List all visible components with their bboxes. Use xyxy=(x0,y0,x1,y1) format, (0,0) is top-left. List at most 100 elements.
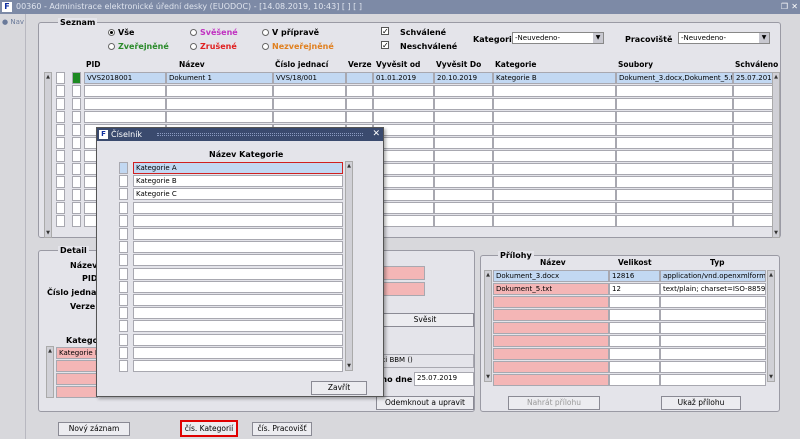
row-selector[interactable] xyxy=(56,189,65,201)
table-cell[interactable] xyxy=(493,176,616,188)
table-cell[interactable] xyxy=(493,202,616,214)
table-cell[interactable] xyxy=(434,176,493,188)
table-cell[interactable] xyxy=(616,202,733,214)
prilohy-scrollbar[interactable]: ▲ ▼ xyxy=(484,270,492,382)
table-cell[interactable] xyxy=(733,137,774,149)
prilohy-cell[interactable] xyxy=(609,374,660,386)
dialog-list-item[interactable] xyxy=(133,333,343,346)
table-cell[interactable] xyxy=(346,85,373,97)
table-cell[interactable] xyxy=(434,137,493,149)
table-cell[interactable]: VVS/18/001 xyxy=(273,72,346,84)
dialog-row-selector[interactable] xyxy=(119,294,128,306)
table-cell[interactable] xyxy=(84,85,166,97)
table-cell[interactable] xyxy=(273,111,346,123)
prilohy-cell[interactable] xyxy=(609,309,660,321)
prilohy-cell[interactable] xyxy=(493,361,609,373)
dialog-row-selector[interactable] xyxy=(119,188,128,201)
dialog-list-item[interactable] xyxy=(133,360,343,372)
filter-radio[interactable] xyxy=(108,43,115,50)
prilohy-cell[interactable] xyxy=(660,361,766,373)
table-cell[interactable] xyxy=(616,215,733,227)
odemknout-button[interactable]: Odemknout a upravit xyxy=(376,396,474,410)
dialog-list-item[interactable] xyxy=(133,241,343,254)
table-cell[interactable]: 20.10.2019 xyxy=(434,72,493,84)
table-cell[interactable] xyxy=(493,150,616,162)
neschvalene-checkbox[interactable]: ✓ xyxy=(381,41,389,50)
table-cell[interactable] xyxy=(493,215,616,227)
dialog-list-item[interactable] xyxy=(133,201,343,214)
dialog-row-selector[interactable] xyxy=(119,201,128,214)
dialog-list-item[interactable] xyxy=(133,346,343,359)
table-cell[interactable] xyxy=(346,72,373,84)
table-cell[interactable] xyxy=(733,98,774,110)
row-selector[interactable] xyxy=(56,124,65,136)
dialog-row-selector[interactable] xyxy=(119,320,128,333)
table-cell[interactable] xyxy=(493,111,616,123)
close-icon[interactable]: ✕ xyxy=(372,128,380,141)
dialog-list-item[interactable]: Kategorie B xyxy=(133,175,343,188)
table-cell[interactable] xyxy=(493,85,616,97)
table-scrollbar[interactable]: ▲ ▼ xyxy=(44,72,52,238)
prilohy-cell[interactable] xyxy=(493,296,609,308)
table-cell[interactable] xyxy=(733,202,774,214)
table-cell[interactable] xyxy=(616,137,733,149)
filter-radio[interactable] xyxy=(190,43,197,50)
table-cell[interactable] xyxy=(273,85,346,97)
prilohy-cell[interactable] xyxy=(660,348,766,360)
table-cell[interactable] xyxy=(733,176,774,188)
table-cell[interactable] xyxy=(733,150,774,162)
schvaleno-dne-field[interactable]: 25.07.2019 xyxy=(414,372,474,386)
table-cell[interactable] xyxy=(733,189,774,201)
table-cell[interactable] xyxy=(84,98,166,110)
dialog-row-selector[interactable] xyxy=(119,228,128,240)
dialog-row-selector[interactable] xyxy=(119,280,128,293)
table-cell[interactable] xyxy=(373,98,434,110)
dialog-list-item[interactable] xyxy=(133,228,343,240)
table-cell[interactable] xyxy=(616,98,733,110)
row-selector[interactable] xyxy=(56,111,65,123)
row-selector[interactable] xyxy=(56,98,65,110)
kategorie-filter-select[interactable]: -Neuvedeno- ▼ xyxy=(512,32,604,44)
novy-zaznam-button[interactable]: Nový záznam xyxy=(58,422,130,436)
prilohy-cell[interactable] xyxy=(660,335,766,347)
table-cell[interactable]: VVS2018001 xyxy=(84,72,166,84)
dialog-row-selector[interactable] xyxy=(119,162,128,174)
scroll-down-icon[interactable]: ▼ xyxy=(346,362,352,370)
prilohy-cell[interactable] xyxy=(493,335,609,347)
kategorie-scrollbar[interactable]: ▲ xyxy=(46,346,54,398)
filter-radio[interactable] xyxy=(262,43,269,50)
dialog-row-selector[interactable] xyxy=(119,254,128,267)
prilohy-cell[interactable] xyxy=(493,374,609,386)
prilohy-cell[interactable]: application/vnd.openxmlformats-offi xyxy=(660,270,766,282)
row-selector[interactable] xyxy=(56,163,65,175)
table-cell[interactable] xyxy=(166,98,273,110)
table-cell[interactable] xyxy=(434,215,493,227)
dialog-list-item[interactable] xyxy=(133,254,343,267)
dialog-scrollbar[interactable]: ▲ ▼ xyxy=(345,161,353,371)
dialog-list-item[interactable] xyxy=(133,214,343,227)
dialog-row-selector[interactable] xyxy=(119,241,128,254)
table-cell[interactable] xyxy=(493,189,616,201)
table-cell[interactable] xyxy=(166,111,273,123)
row-selector[interactable] xyxy=(56,85,65,97)
schvalene-checkbox[interactable]: ✓ xyxy=(381,27,389,36)
dialog-row-selector[interactable] xyxy=(119,214,128,227)
dialog-list-item[interactable] xyxy=(133,280,343,293)
prilohy-cell[interactable] xyxy=(660,374,766,386)
table-cell[interactable] xyxy=(733,85,774,97)
nahrat-prilohu-button[interactable]: Nahrát přílohu xyxy=(508,396,600,410)
cis-pracovist-button[interactable]: čís. Pracovišť xyxy=(252,422,312,436)
scroll-up-icon[interactable]: ▲ xyxy=(346,162,352,170)
scroll-down-icon[interactable]: ▼ xyxy=(485,373,491,381)
cis-kategorii-button[interactable]: čís. Kategorií xyxy=(180,420,238,437)
table-cell[interactable] xyxy=(434,124,493,136)
table-cell[interactable] xyxy=(616,124,733,136)
filter-radio[interactable] xyxy=(190,29,197,36)
prilohy-right-scrollbar[interactable]: ▲ ▼ xyxy=(767,270,775,382)
close-icon[interactable]: ✕ xyxy=(791,0,798,14)
prilohy-cell[interactable]: 12 xyxy=(609,283,660,295)
table-cell[interactable] xyxy=(493,124,616,136)
table-cell[interactable] xyxy=(616,189,733,201)
table-cell[interactable] xyxy=(434,163,493,175)
prilohy-cell[interactable] xyxy=(660,309,766,321)
